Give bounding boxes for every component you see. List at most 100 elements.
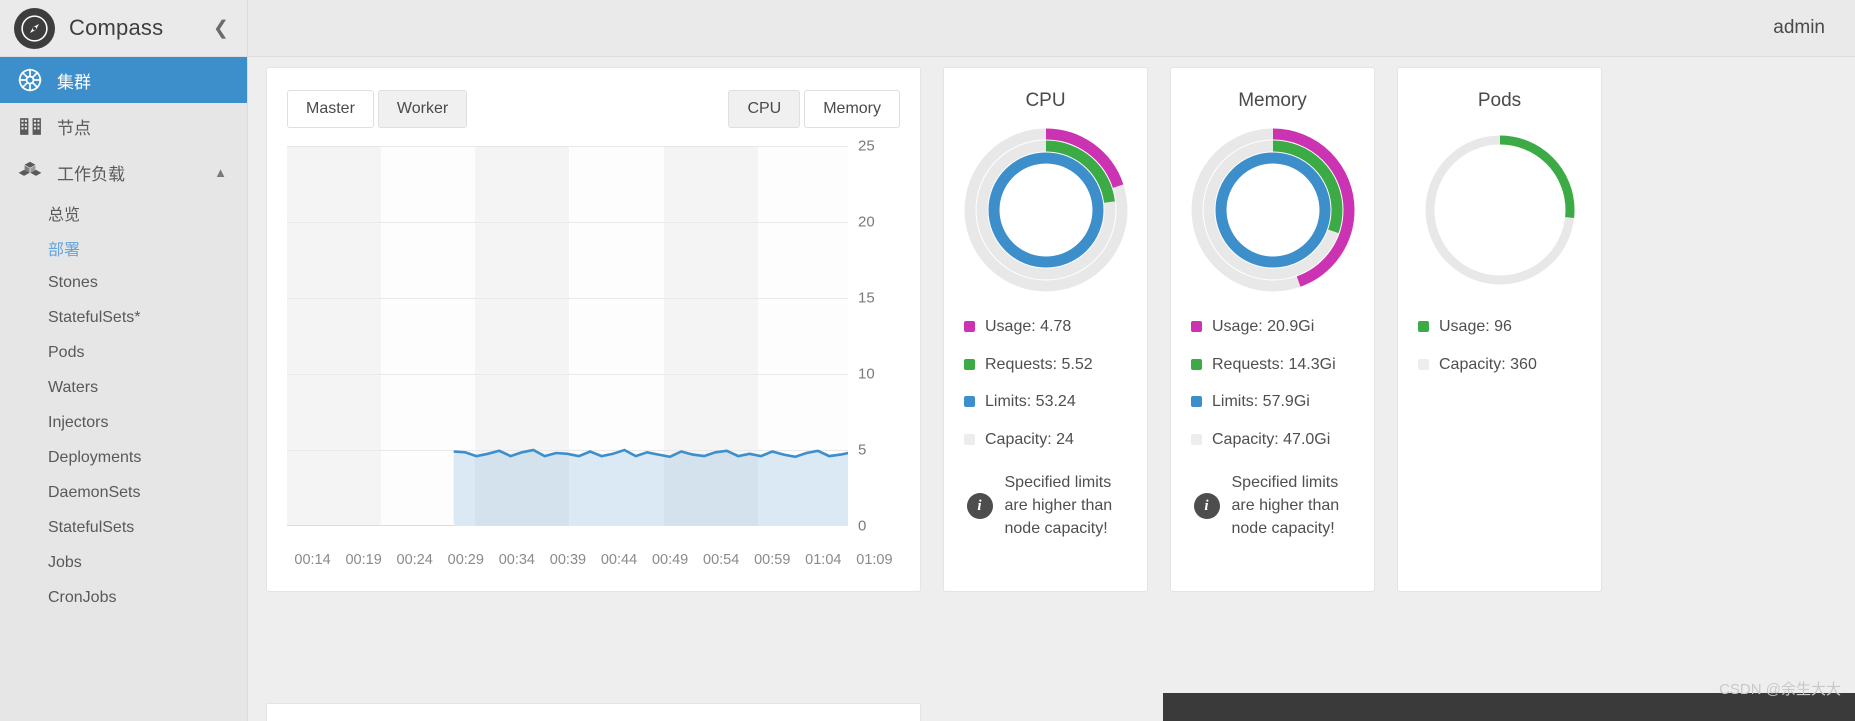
memory-warning-text: Specified limits are higher than node ca… bbox=[1232, 472, 1352, 540]
sidebar-header: Compass ❮ bbox=[0, 0, 247, 57]
bottom-dark-strip bbox=[1163, 693, 1855, 721]
legend-row: Requests: 5.52 bbox=[964, 354, 1133, 376]
chart-x-tick: 01:04 bbox=[798, 552, 849, 568]
chevron-left-icon[interactable]: ❮ bbox=[209, 19, 233, 38]
sidebar-subitem-deploy[interactable]: 部署 bbox=[0, 230, 247, 265]
legend-row: Usage: 20.9Gi bbox=[1191, 316, 1360, 338]
legend-color-swatch bbox=[1191, 321, 1202, 332]
legend-color-swatch bbox=[1191, 396, 1202, 407]
info-icon: i bbox=[967, 493, 993, 519]
server-rack-icon bbox=[13, 114, 47, 139]
donut-svg bbox=[1189, 126, 1357, 294]
legend-row: Requests: 14.3Gi bbox=[1191, 354, 1360, 376]
sidebar-item-label: 集群 bbox=[57, 68, 91, 93]
sidebar-subitem-jobs[interactable]: Jobs bbox=[0, 545, 247, 580]
legend-row: Capacity: 24 bbox=[964, 429, 1133, 451]
legend-color-swatch bbox=[1191, 359, 1202, 370]
sidebar-subitem-waters[interactable]: Waters bbox=[0, 370, 247, 405]
stat-card-title: Pods bbox=[1478, 90, 1521, 112]
chart-plot-wrapper: 0510152025 bbox=[287, 146, 900, 546]
stat-card-memory: Memory Usage: 20.9Gi Requests: 14.3Gi Limi… bbox=[1170, 67, 1375, 592]
legend-color-swatch bbox=[964, 396, 975, 407]
stat-card-pods: Pods Usage: 96 Capacity: 360 bbox=[1397, 67, 1602, 592]
top-bar: admin bbox=[248, 0, 1855, 57]
chart-y-tick: 25 bbox=[858, 138, 875, 155]
dashboard-content: Master Worker CPU Memory 0510152025 00:1… bbox=[248, 57, 1855, 721]
chart-y-tick: 15 bbox=[858, 290, 875, 307]
pods-legend: Usage: 96 Capacity: 360 bbox=[1412, 316, 1587, 391]
chart-y-tick: 0 bbox=[858, 518, 866, 535]
sidebar-subitem-statefulsets-star[interactable]: StatefulSets* bbox=[0, 300, 247, 335]
legend-color-swatch bbox=[1418, 359, 1429, 370]
chart-series-cpu bbox=[287, 146, 848, 526]
metrics-chart-card: Master Worker CPU Memory 0510152025 00:1… bbox=[266, 67, 921, 592]
worker-button[interactable]: Worker bbox=[378, 90, 467, 128]
compass-icon bbox=[14, 8, 55, 49]
chart-x-tick: 00:39 bbox=[542, 552, 593, 568]
stat-card-title: CPU bbox=[1025, 90, 1065, 112]
sidebar-subitem-cronjobs[interactable]: CronJobs bbox=[0, 580, 247, 615]
sidebar-subitem-injectors[interactable]: Injectors bbox=[0, 405, 247, 440]
legend-label: Limits: 57.9Gi bbox=[1212, 391, 1310, 413]
node-role-button-group: Master Worker bbox=[287, 90, 467, 128]
cpu-warning-note: i Specified limits are higher than node … bbox=[967, 472, 1125, 540]
lower-panel-edge bbox=[266, 703, 921, 721]
chevron-up-icon[interactable]: ▲ bbox=[214, 165, 227, 180]
chart-x-tick: 01:09 bbox=[849, 552, 900, 568]
chart-x-tick: 00:49 bbox=[645, 552, 696, 568]
cpu-button[interactable]: CPU bbox=[728, 90, 800, 128]
sidebar-item-label: 节点 bbox=[57, 114, 91, 139]
metric-button-group: CPU Memory bbox=[728, 90, 900, 128]
stat-card-cpu: CPU Usage: 4.78Requests: 5.52Limits: 53.… bbox=[943, 67, 1148, 592]
chart-toolbar: Master Worker CPU Memory bbox=[287, 90, 900, 128]
chart-x-tick: 00:34 bbox=[491, 552, 542, 568]
chart-x-tick: 00:19 bbox=[338, 552, 389, 568]
brand-title: Compass bbox=[69, 15, 163, 41]
memory-donut-chart bbox=[1189, 126, 1357, 294]
legend-color-swatch bbox=[964, 359, 975, 370]
sidebar-item-workloads[interactable]: 工作负载 ▲ bbox=[0, 149, 247, 195]
app-root: Compass ❮ bbox=[0, 0, 1855, 721]
legend-color-swatch bbox=[964, 434, 975, 445]
legend-color-swatch bbox=[964, 321, 975, 332]
memory-legend: Usage: 20.9Gi Requests: 14.3Gi Limits: 57.… bbox=[1185, 316, 1360, 466]
chart-x-tick: 00:29 bbox=[440, 552, 491, 568]
sidebar-subitem-pods[interactable]: Pods bbox=[0, 335, 247, 370]
sidebar-nav: 集群 bbox=[0, 57, 247, 721]
legend-label: Capacity: 360 bbox=[1439, 354, 1537, 376]
sidebar-subitem-daemonsets[interactable]: DaemonSets bbox=[0, 475, 247, 510]
legend-row: Capacity: 47.0Gi bbox=[1191, 429, 1360, 451]
legend-color-swatch bbox=[1418, 321, 1429, 332]
donut-svg bbox=[962, 126, 1130, 294]
stat-card-title: Memory bbox=[1238, 90, 1307, 112]
sidebar: Compass ❮ bbox=[0, 0, 248, 721]
main-area: admin Master Worker CPU Memory 05 bbox=[248, 0, 1855, 721]
legend-row: Capacity: 360 bbox=[1418, 354, 1587, 376]
chart-x-tick: 00:44 bbox=[593, 552, 644, 568]
workload-submenu: 总览 部署 Stones StatefulSets* Pods Waters I… bbox=[0, 195, 247, 615]
chart-x-tick: 00:24 bbox=[389, 552, 440, 568]
memory-button[interactable]: Memory bbox=[804, 90, 900, 128]
sidebar-item-nodes[interactable]: 节点 bbox=[0, 103, 247, 149]
chart-plot-area[interactable] bbox=[287, 146, 848, 526]
cpu-donut-chart bbox=[962, 126, 1130, 294]
chart-y-tick: 10 bbox=[858, 366, 875, 383]
memory-warning-note: i Specified limits are higher than node … bbox=[1194, 472, 1352, 540]
user-menu[interactable]: admin bbox=[1773, 17, 1825, 39]
sidebar-item-cluster[interactable]: 集群 bbox=[0, 57, 247, 103]
legend-label: Usage: 20.9Gi bbox=[1212, 316, 1314, 338]
legend-label: Usage: 96 bbox=[1439, 316, 1512, 338]
chart-x-tick: 00:14 bbox=[287, 552, 338, 568]
legend-label: Limits: 53.24 bbox=[985, 391, 1076, 413]
legend-color-swatch bbox=[1191, 434, 1202, 445]
sidebar-subitem-statefulsets[interactable]: StatefulSets bbox=[0, 510, 247, 545]
cubes-icon bbox=[13, 159, 47, 185]
legend-row: Limits: 57.9Gi bbox=[1191, 391, 1360, 413]
sidebar-subitem-stones[interactable]: Stones bbox=[0, 265, 247, 300]
sidebar-subitem-overview[interactable]: 总览 bbox=[0, 195, 247, 230]
cpu-warning-text: Specified limits are higher than node ca… bbox=[1005, 472, 1125, 540]
master-button[interactable]: Master bbox=[287, 90, 374, 128]
chart-y-axis: 0510152025 bbox=[852, 146, 900, 526]
sidebar-subitem-deployments[interactable]: Deployments bbox=[0, 440, 247, 475]
sidebar-item-label: 工作负载 bbox=[57, 160, 125, 185]
